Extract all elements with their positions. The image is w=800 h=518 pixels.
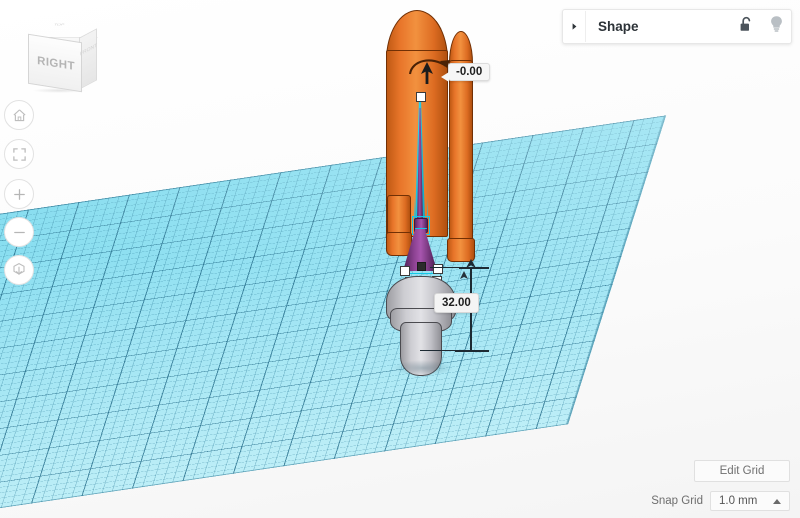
caret-up-icon bbox=[773, 498, 781, 504]
resize-handle-top[interactable] bbox=[416, 92, 426, 102]
rotate-handle-center[interactable] bbox=[417, 262, 426, 271]
model-ground-shadow bbox=[392, 360, 454, 376]
rotation-value-label[interactable]: -0.00 bbox=[448, 63, 491, 81]
dimension-tick-bottom bbox=[455, 350, 489, 352]
height-value-label[interactable]: 32.00 bbox=[434, 293, 479, 313]
workplane-grid bbox=[0, 115, 667, 518]
workplane[interactable] bbox=[0, 115, 667, 518]
ortho-perspective-toggle-button[interactable] bbox=[4, 255, 34, 285]
booster-left-nozzle[interactable] bbox=[386, 232, 412, 256]
booster-right-body[interactable] bbox=[449, 60, 473, 252]
resize-handle-corner-nw[interactable] bbox=[400, 266, 410, 276]
resize-handle-corner-ne[interactable] bbox=[433, 264, 443, 274]
snap-grid-select[interactable]: 1.0 mm bbox=[710, 491, 790, 511]
home-icon bbox=[12, 108, 27, 123]
shape-lock-button[interactable] bbox=[731, 16, 761, 38]
chevron-right-icon bbox=[570, 18, 579, 36]
shape-panel-title: Shape bbox=[598, 19, 639, 34]
fit-to-view-button[interactable] bbox=[4, 139, 34, 169]
edit-grid-button[interactable]: Edit Grid bbox=[694, 460, 790, 482]
cad-editor-window: -0.00 32.00 TOP FRONT RIGHT Shape Edit G… bbox=[0, 0, 800, 518]
dimension-leader-top bbox=[430, 267, 460, 269]
unlock-icon bbox=[739, 16, 754, 38]
rotation-label-tail bbox=[441, 72, 449, 82]
snap-grid-label: Snap Grid bbox=[651, 495, 703, 507]
snap-grid-value: 1.0 mm bbox=[719, 495, 758, 507]
minus-icon bbox=[12, 225, 27, 240]
dimension-arrow-secondary-icon bbox=[460, 271, 468, 279]
cube-arrow-icon bbox=[11, 262, 27, 278]
zoom-out-button[interactable] bbox=[4, 217, 34, 247]
zoom-in-button[interactable] bbox=[4, 179, 34, 209]
plus-icon bbox=[12, 187, 27, 202]
snap-grid-control[interactable]: Snap Grid 1.0 mm bbox=[651, 491, 790, 511]
view-cube-top-label: TOP bbox=[52, 23, 66, 27]
shape-panel-collapse-button[interactable] bbox=[563, 11, 586, 42]
shape-visibility-button[interactable] bbox=[761, 15, 791, 38]
3d-viewport[interactable]: -0.00 32.00 TOP FRONT RIGHT bbox=[0, 0, 800, 518]
dimension-leader-bottom bbox=[420, 350, 456, 352]
rotation-pointer-icon bbox=[421, 62, 433, 84]
fit-frame-icon bbox=[12, 147, 27, 162]
shape-panel[interactable]: Shape bbox=[562, 9, 792, 44]
lightbulb-icon bbox=[769, 15, 784, 38]
view-cube[interactable]: TOP FRONT RIGHT bbox=[22, 14, 98, 93]
home-view-button[interactable] bbox=[4, 100, 34, 130]
